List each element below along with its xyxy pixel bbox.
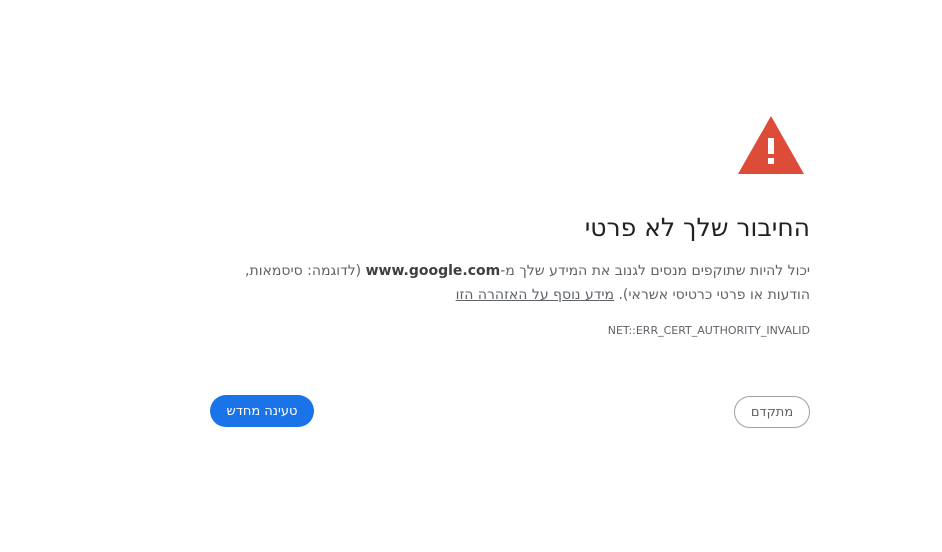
- reload-button[interactable]: טעינה מחדש: [210, 395, 314, 427]
- warning-triangle-icon: [738, 116, 804, 174]
- page-title: החיבור שלך לא פרטי: [584, 213, 810, 242]
- interstitial-page: החיבור שלך לא פרטי יכול להיות שתוקפים מנ…: [0, 0, 942, 552]
- error-code: NET::ERR_CERT_AUTHORITY_INVALID: [607, 324, 810, 337]
- domain-name: www.google.com: [365, 263, 501, 279]
- advanced-button[interactable]: מתקדם: [734, 396, 810, 428]
- learn-more-link[interactable]: מידע נוסף על האזהרה הזו: [456, 287, 614, 303]
- description-part1: יכול להיות שתוקפים מנסים לגנוב את המידע …: [500, 263, 810, 279]
- error-description: יכול להיות שתוקפים מנסים לגנוב את המידע …: [220, 259, 810, 307]
